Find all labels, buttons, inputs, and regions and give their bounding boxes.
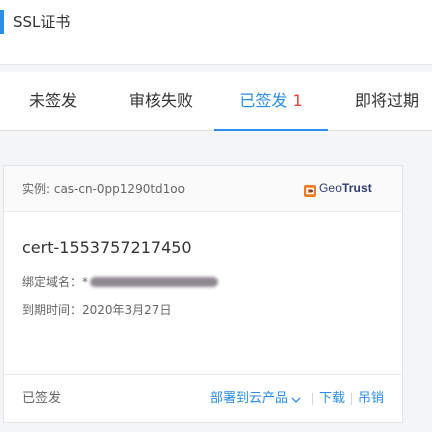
tab-review-failed[interactable]: 审核失败	[122, 72, 200, 130]
tab-unissued[interactable]: 未签发	[24, 72, 82, 130]
brand-logo: GeoTrust	[304, 180, 372, 197]
page-header: SSL证书	[0, 0, 432, 65]
tab-label: 即将过期	[354, 91, 419, 110]
bound-domain-row: 绑定域名：*	[22, 274, 219, 290]
tab-label: 审核失败	[128, 91, 193, 110]
expiration-date: 到期时间：2020年3月27日	[22, 303, 172, 317]
certificate-name: cert-1553757217450	[22, 238, 192, 257]
redacted-domain	[90, 277, 219, 287]
active-tab-indicator	[214, 129, 328, 131]
certificate-card: 实例: cas-cn-0pp1290td1oo GeoTrust cert-15…	[3, 165, 403, 423]
card-header: 实例: cas-cn-0pp1290td1oo GeoTrust	[4, 166, 402, 212]
page-title: SSL证书	[13, 13, 71, 31]
tab-label: 已签发	[239, 91, 288, 110]
chevron-down-icon[interactable]	[290, 394, 302, 404]
instance-id: 实例: cas-cn-0pp1290td1oo	[22, 182, 185, 196]
action-divider	[350, 393, 352, 405]
card-footer: 已签发 部署到云产品 下载 吊销	[4, 374, 402, 423]
card-actions: 部署到云产品 下载 吊销	[210, 391, 384, 407]
revoke-button[interactable]: 吊销	[358, 391, 384, 407]
tab-expiring-soon[interactable]: 即将过期	[350, 72, 424, 130]
brand-name: GeoTrust	[319, 181, 372, 195]
ssl-certificate-page: SSL证书 未签发 审核失败 已签发 1 即将过期 实例: cas-cn-0pp…	[0, 0, 432, 432]
download-button[interactable]: 下载	[319, 391, 345, 407]
tab-issued[interactable]: 已签发 1	[214, 72, 328, 131]
status-tabs: 未签发 审核失败 已签发 1 即将过期	[0, 72, 432, 131]
action-divider	[311, 393, 313, 405]
tab-label: 未签发	[28, 91, 77, 110]
title-accent-bar	[0, 10, 4, 34]
geotrust-logo-icon	[304, 182, 316, 197]
deploy-label: 部署到云产品	[209, 391, 288, 406]
status-label: 已签发	[22, 391, 62, 406]
tab-count: 1	[292, 91, 303, 110]
bound-domain-label: 绑定域名：*	[22, 275, 89, 289]
deploy-to-cloud-button[interactable]: 部署到云产品	[210, 391, 288, 407]
